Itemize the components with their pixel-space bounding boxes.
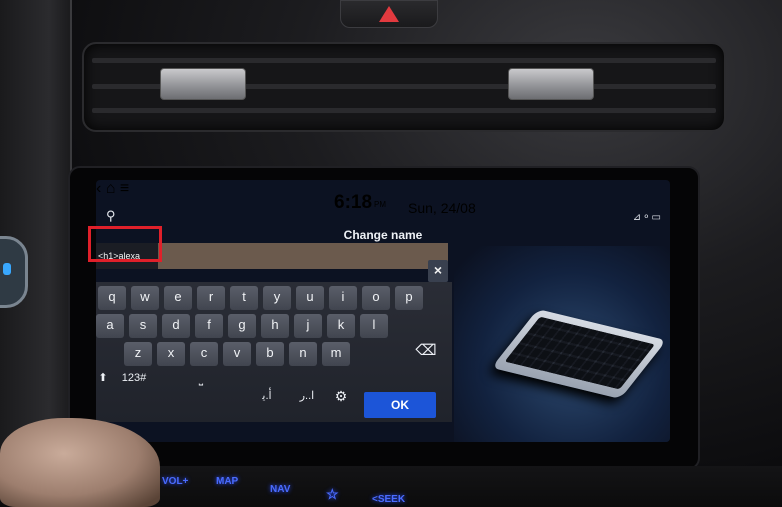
key-b[interactable]: b bbox=[256, 342, 284, 366]
key-o[interactable]: o bbox=[362, 286, 390, 310]
home-icon[interactable]: ⌂ bbox=[106, 180, 116, 197]
key-j[interactable]: j bbox=[294, 314, 322, 338]
key-l[interactable]: l bbox=[360, 314, 388, 338]
vent-slat bbox=[92, 108, 716, 113]
page-title: Change name bbox=[343, 228, 423, 242]
input-highlight-box bbox=[88, 226, 162, 262]
shift-icon[interactable]: ⬆ bbox=[96, 368, 114, 388]
infotainment-screen: ‹ ⌂ ≡ 6:18 PM Sun, 24/08 ⊿⚬▭ ⚲ Change na… bbox=[96, 180, 670, 442]
back-icon[interactable]: ‹ bbox=[96, 180, 101, 197]
vent-slat bbox=[92, 58, 716, 63]
ok-button[interactable]: OK bbox=[364, 392, 436, 418]
seek-button[interactable]: <SEEK bbox=[372, 494, 405, 505]
settings-icon[interactable]: ⚙ bbox=[330, 386, 352, 406]
hazard-button[interactable] bbox=[340, 0, 438, 28]
key-p[interactable]: p bbox=[395, 286, 423, 310]
key-r[interactable]: r bbox=[197, 286, 225, 310]
status-icons: ⊿⚬▭ bbox=[632, 212, 662, 223]
key-x[interactable]: x bbox=[157, 342, 185, 366]
backspace-icon[interactable]: ⌫ bbox=[408, 340, 444, 362]
vent-handle-right[interactable] bbox=[508, 68, 594, 100]
key-h[interactable]: h bbox=[261, 314, 289, 338]
key-v[interactable]: v bbox=[223, 342, 251, 366]
menu-icon[interactable]: ≡ bbox=[120, 180, 129, 197]
key-u[interactable]: u bbox=[296, 286, 324, 310]
keyboard-illustration bbox=[454, 246, 670, 442]
clock-time: 6:18 bbox=[334, 192, 373, 213]
key-k[interactable]: k bbox=[327, 314, 355, 338]
map-button[interactable]: MAP bbox=[216, 476, 238, 487]
key-d[interactable]: d bbox=[162, 314, 190, 338]
key-i[interactable]: i bbox=[329, 286, 357, 310]
clock-ampm: PM bbox=[374, 200, 386, 209]
key-z[interactable]: z bbox=[124, 342, 152, 366]
vol-button[interactable]: VOL+ bbox=[162, 476, 188, 487]
lang-key-2[interactable]: ﺍ..ﺭ bbox=[290, 386, 324, 406]
key-n[interactable]: n bbox=[289, 342, 317, 366]
lang-key-1[interactable]: ﺃ.ﻳ bbox=[252, 386, 282, 406]
key-a[interactable]: a bbox=[96, 314, 124, 338]
key-q[interactable]: q bbox=[98, 286, 126, 310]
hazard-icon bbox=[379, 6, 399, 22]
key-t[interactable]: t bbox=[230, 286, 258, 310]
favorite-icon[interactable]: ☆ bbox=[326, 486, 339, 503]
key-c[interactable]: c bbox=[190, 342, 218, 366]
vent-handle-left[interactable] bbox=[160, 68, 246, 100]
clock-date: Sun, 24/08 bbox=[408, 200, 476, 216]
air-vent bbox=[82, 42, 726, 132]
key-y[interactable]: y bbox=[263, 286, 291, 310]
key-g[interactable]: g bbox=[228, 314, 256, 338]
key-w[interactable]: w bbox=[131, 286, 159, 310]
clear-input-button[interactable]: × bbox=[428, 260, 448, 282]
key-e[interactable]: e bbox=[164, 286, 192, 310]
nav-button[interactable]: NAV bbox=[270, 484, 290, 495]
left-control-knob[interactable] bbox=[0, 236, 28, 308]
key-m[interactable]: m bbox=[322, 342, 350, 366]
search-icon[interactable]: ⚲ bbox=[106, 208, 116, 224]
numbers-key[interactable]: 123# bbox=[114, 368, 154, 388]
key-f[interactable]: f bbox=[195, 314, 223, 338]
key-s[interactable]: s bbox=[129, 314, 157, 338]
keyboard-image bbox=[491, 309, 667, 399]
space-key[interactable]: ⎵ bbox=[186, 370, 216, 390]
